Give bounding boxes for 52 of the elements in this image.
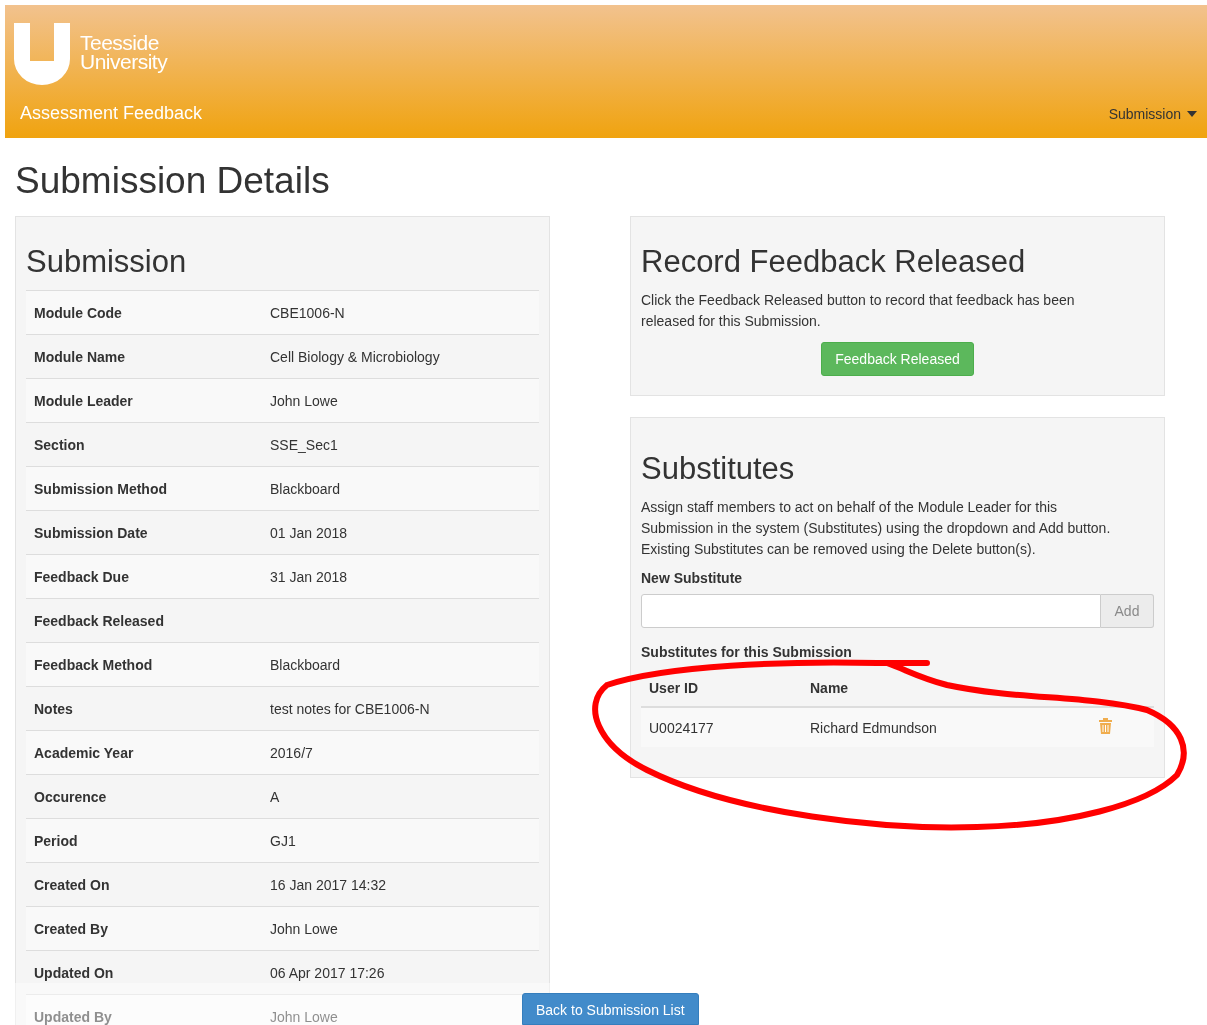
row-value: 06 Apr 2017 17:26 <box>270 950 539 995</box>
row-value: John Lowe <box>270 378 539 423</box>
panel-title: Record Feedback Released <box>641 244 1027 280</box>
row-value: 01 Jan 2018 <box>270 510 539 555</box>
panel-title: Substitutes <box>641 451 796 487</box>
row-label: Created On <box>26 862 270 907</box>
row-label: Updated On <box>26 950 270 995</box>
back-button[interactable]: Back to Submission List <box>522 993 699 1025</box>
row-label: Period <box>26 818 270 863</box>
row-value: GJ1 <box>270 818 539 863</box>
row-label: Academic Year <box>26 730 270 775</box>
row-value: 2016/7 <box>270 730 539 775</box>
row-label: Updated By <box>26 994 270 1025</box>
row-label: Notes <box>26 686 270 731</box>
row-value: A <box>270 774 539 819</box>
table-cell: Richard Edmundson <box>802 707 1047 747</box>
row-label: Module Code <box>26 290 270 335</box>
row-value: John Lowe <box>270 906 539 951</box>
row-label: Submission Method <box>26 466 270 511</box>
table-cell: U0024177 <box>641 707 802 747</box>
row-value: 31 Jan 2018 <box>270 554 539 599</box>
feedback-released-button[interactable]: Feedback Released <box>821 342 974 376</box>
row-label: Section <box>26 422 270 467</box>
panel-text: Click the Feedback Released button to record that feedback has been released for this Submission. <box>641 291 1076 331</box>
row-value: SSE_Sec1 <box>270 422 539 467</box>
row-value: Cell Biology & Microbiology <box>270 334 539 379</box>
caret-icon <box>1187 110 1197 117</box>
submission-menu[interactable]: Submission <box>1108 105 1197 122</box>
page-title: Submission Details <box>15 160 331 202</box>
list-title: Substitutes for this Submission <box>641 644 853 660</box>
logo-text: Teesside <box>80 33 160 52</box>
row-label: Module Name <box>26 334 270 379</box>
logo-text: University <box>80 52 168 71</box>
row-label: Created By <box>26 906 270 951</box>
row-label: Occurence <box>26 774 270 819</box>
row-value: test notes for CBE1006-N <box>270 686 539 731</box>
field-label: New Substitute <box>641 570 744 586</box>
row-value: Blackboard <box>270 642 539 687</box>
row-label: Feedback Released <box>26 598 270 643</box>
row-label: Submission Date <box>26 510 270 555</box>
row-label: Feedback Method <box>26 642 270 687</box>
panel-text: Assign staff members to act on behalf of the Module Leader for this Submission in the system (Substitutes) using the dropdown and Add button. Existing Substitutes can be removed using the Delete button(s). <box>641 498 1112 559</box>
logo-icon <box>14 23 70 85</box>
substitute-input[interactable] <box>641 594 1101 628</box>
row-label: Feedback Due <box>26 554 270 599</box>
panel-title: Submission <box>26 244 188 280</box>
row-value: 16 Jan 2017 14:32 <box>270 862 539 907</box>
row-label: Module Leader <box>26 378 270 423</box>
delete-icon[interactable] <box>1099 718 1112 734</box>
row-value: CBE1006-N <box>270 290 539 335</box>
row-value: Blackboard <box>270 466 539 511</box>
app-name[interactable]: Assessment Feedback <box>20 103 203 124</box>
